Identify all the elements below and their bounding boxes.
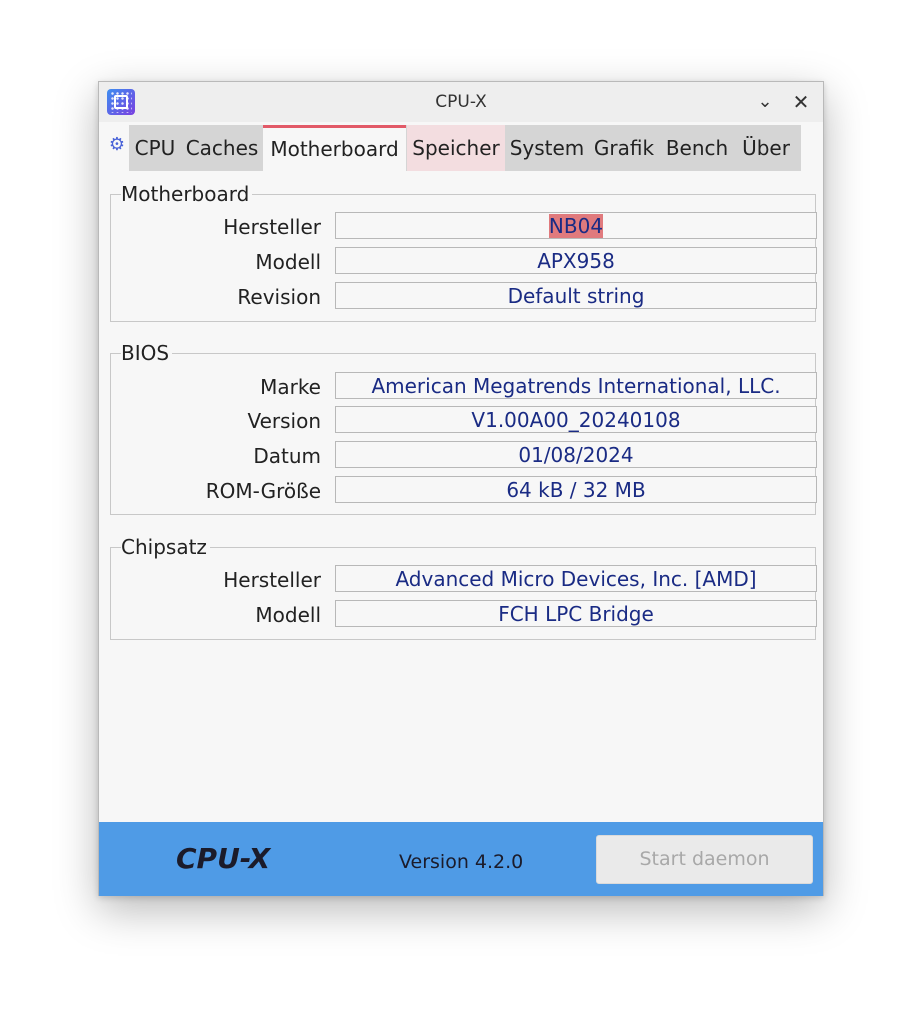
value-motherboard-manufacturer[interactable]: NB04 xyxy=(335,212,817,239)
label-bios-date: Datum xyxy=(253,444,321,468)
cpu-x-window: CPU-X ⌄ ✕ ⚙ CPU Caches Motherboard Speic… xyxy=(98,81,824,896)
highlighted-value: NB04 xyxy=(548,214,604,238)
tab-bench[interactable]: Bench xyxy=(661,125,733,171)
title-bar[interactable]: CPU-X ⌄ ✕ xyxy=(99,82,823,122)
footer-bar: CPU-X Version 4.2.0 Start daemon xyxy=(99,822,823,896)
tab-speicher[interactable]: Speicher xyxy=(407,125,505,171)
value-bios-rom-size[interactable]: 64 kB / 32 MB xyxy=(335,476,817,503)
value-bios-date[interactable]: 01/08/2024 xyxy=(335,441,817,468)
value-motherboard-revision[interactable]: Default string xyxy=(335,282,817,309)
label-motherboard-model: Modell xyxy=(255,250,321,274)
chevron-down-icon[interactable]: ⌄ xyxy=(751,88,779,116)
start-daemon-button[interactable]: Start daemon xyxy=(596,835,813,884)
value-bios-brand[interactable]: American Megatrends International, LLC. xyxy=(335,372,817,399)
label-motherboard-revision: Revision xyxy=(237,285,321,309)
window-title: CPU-X xyxy=(435,92,487,112)
label-bios-brand: Marke xyxy=(260,375,321,399)
value-chipset-model[interactable]: FCH LPC Bridge xyxy=(335,600,817,627)
label-motherboard-manufacturer: Hersteller xyxy=(223,215,321,239)
tab-uber[interactable]: Über xyxy=(735,125,797,171)
tab-cpu[interactable]: CPU xyxy=(129,125,181,171)
group-title-motherboard: Motherboard xyxy=(121,182,253,206)
tab-system[interactable]: System xyxy=(507,125,587,171)
version-label: Version 4.2.0 xyxy=(399,851,524,873)
tab-caches[interactable]: Caches xyxy=(183,125,261,171)
label-chipset-manufacturer: Hersteller xyxy=(223,568,321,592)
bios-group: BIOS Marke American Megatrends Internati… xyxy=(110,341,817,515)
brand-label: CPU-X xyxy=(176,842,271,875)
close-icon[interactable]: ✕ xyxy=(787,88,815,116)
label-bios-version: Version xyxy=(247,409,321,433)
value-motherboard-model[interactable]: APX958 xyxy=(335,247,817,274)
tab-bar: ⚙ CPU Caches Motherboard Speicher System… xyxy=(99,122,825,172)
tab-grafik[interactable]: Grafik xyxy=(589,125,659,171)
tab-motherboard[interactable]: Motherboard xyxy=(263,125,406,171)
gears-icon[interactable]: ⚙ xyxy=(107,122,127,168)
label-chipset-model: Modell xyxy=(255,603,321,627)
chipset-group: Chipsatz Hersteller Advanced Micro Devic… xyxy=(110,535,817,640)
value-chipset-manufacturer[interactable]: Advanced Micro Devices, Inc. [AMD] xyxy=(335,565,817,592)
group-title-bios: BIOS xyxy=(121,341,173,365)
label-bios-rom-size: ROM-Größe xyxy=(205,479,321,503)
group-title-chipset: Chipsatz xyxy=(121,535,210,559)
value-bios-version[interactable]: V1.00A00_20240108 xyxy=(335,406,817,433)
motherboard-group: Motherboard Hersteller NB04 Modell APX95… xyxy=(110,182,817,322)
